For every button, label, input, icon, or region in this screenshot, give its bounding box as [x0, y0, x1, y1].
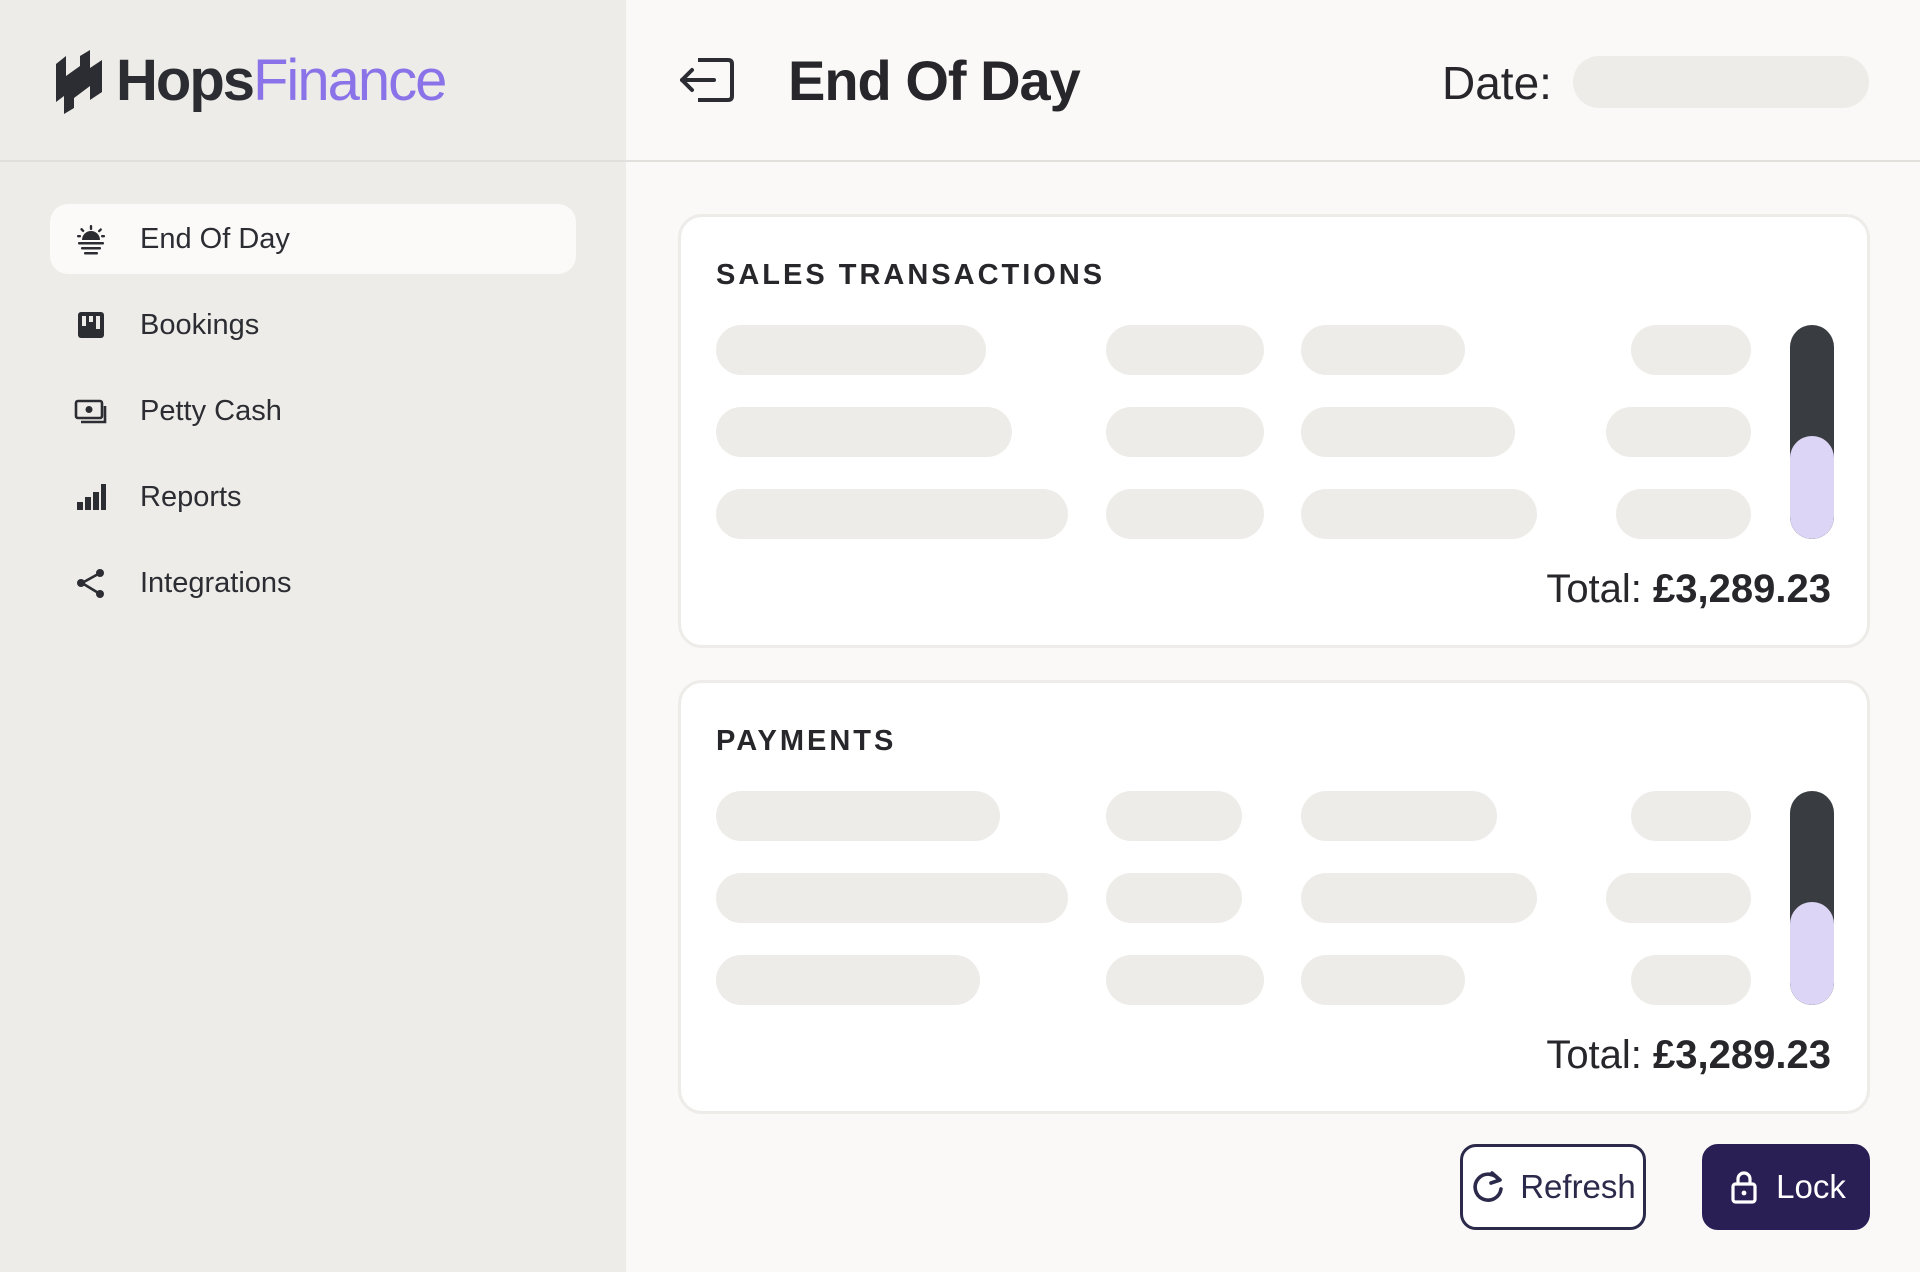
card-title: SALES TRANSACTIONS	[716, 259, 1106, 291]
placeholder-cell	[1616, 489, 1751, 539]
share-nodes-icon	[74, 566, 108, 600]
sidebar-nav: End Of Day Bookings Petty Cash Reports I…	[50, 204, 576, 634]
placeholder-cell	[1631, 325, 1751, 375]
placeholder-cell	[1106, 955, 1264, 1005]
payments-total: Total: £3,289.23	[1546, 1033, 1831, 1078]
sales-transactions-card: SALES TRANSACTIONS Total: £3,289.23	[678, 214, 1870, 648]
placeholder-cell	[716, 791, 1000, 841]
payments-scroll-thumb[interactable]	[1790, 902, 1834, 1005]
sidebar-item-label: Reports	[140, 480, 242, 513]
placeholder-cell	[1106, 325, 1264, 375]
placeholder-cell	[1301, 873, 1537, 923]
total-value: £3,289.23	[1653, 567, 1831, 611]
hops-logo-icon	[56, 50, 102, 114]
card-title: PAYMENTS	[716, 725, 897, 757]
sidebar-item-petty-cash[interactable]: Petty Cash	[50, 376, 576, 446]
sales-scroll-thumb[interactable]	[1790, 436, 1834, 539]
placeholder-cell	[1106, 791, 1242, 841]
placeholder-cell	[1301, 407, 1515, 457]
total-label: Total:	[1546, 567, 1642, 611]
placeholder-cell	[1301, 955, 1465, 1005]
placeholder-cell	[716, 955, 980, 1005]
placeholder-cell	[716, 489, 1068, 539]
sidebar-item-label: Bookings	[140, 308, 260, 341]
header-divider	[0, 160, 1920, 162]
kanban-board-icon	[74, 308, 108, 342]
lock-label: Lock	[1776, 1168, 1846, 1205]
cash-icon	[74, 394, 108, 428]
exit-arrow-icon[interactable]	[676, 56, 736, 104]
brand-name: HopsFinance	[116, 52, 447, 110]
placeholder-cell	[1606, 407, 1751, 457]
sidebar-item-end-of-day[interactable]: End Of Day	[50, 204, 576, 274]
placeholder-cell	[1301, 489, 1537, 539]
placeholder-cell	[1106, 873, 1242, 923]
placeholder-cell	[1631, 955, 1751, 1005]
date-field[interactable]	[1573, 56, 1869, 108]
sidebar-item-bookings[interactable]: Bookings	[50, 290, 576, 360]
lock-icon	[1731, 1171, 1757, 1204]
brand-name-secondary: Finance	[253, 48, 447, 113]
placeholder-cell	[1106, 489, 1264, 539]
lock-button[interactable]: Lock	[1702, 1144, 1870, 1230]
refresh-button[interactable]: Refresh	[1460, 1144, 1646, 1230]
placeholder-cell	[1606, 873, 1751, 923]
date-label: Date:	[1442, 57, 1552, 109]
sidebar-item-integrations[interactable]: Integrations	[50, 548, 576, 618]
sidebar-item-label: Petty Cash	[140, 394, 282, 427]
brand-logo[interactable]: HopsFinance	[50, 46, 447, 116]
sidebar-item-label: Integrations	[140, 566, 292, 599]
placeholder-cell	[1631, 791, 1751, 841]
placeholder-cell	[716, 873, 1068, 923]
sales-scrollbar[interactable]	[1790, 325, 1834, 539]
placeholder-cell	[1106, 407, 1264, 457]
sidebar-item-reports[interactable]: Reports	[50, 462, 576, 532]
sunrise-icon	[74, 222, 108, 256]
sidebar: HopsFinance End Of Day Bookings Petty Ca…	[0, 0, 626, 1272]
refresh-label: Refresh	[1520, 1168, 1636, 1205]
total-value: £3,289.23	[1653, 1033, 1831, 1077]
bar-chart-icon	[74, 480, 108, 514]
page-title: End Of Day	[788, 49, 1081, 112]
brand-name-primary: Hops	[116, 48, 255, 113]
sidebar-item-label: End Of Day	[140, 222, 290, 255]
placeholder-cell	[716, 407, 1012, 457]
total-label: Total:	[1546, 1033, 1642, 1077]
placeholder-cell	[1301, 791, 1497, 841]
refresh-icon	[1473, 1171, 1504, 1202]
placeholder-cell	[1301, 325, 1465, 375]
main-content: End Of Day Date: SALES TRANSACTIONS Tota…	[626, 0, 1920, 1272]
sales-total: Total: £3,289.23	[1546, 567, 1831, 612]
payments-card: PAYMENTS Total: £3,289.23	[678, 680, 1870, 1114]
placeholder-cell	[716, 325, 986, 375]
payments-scrollbar[interactable]	[1790, 791, 1834, 1005]
